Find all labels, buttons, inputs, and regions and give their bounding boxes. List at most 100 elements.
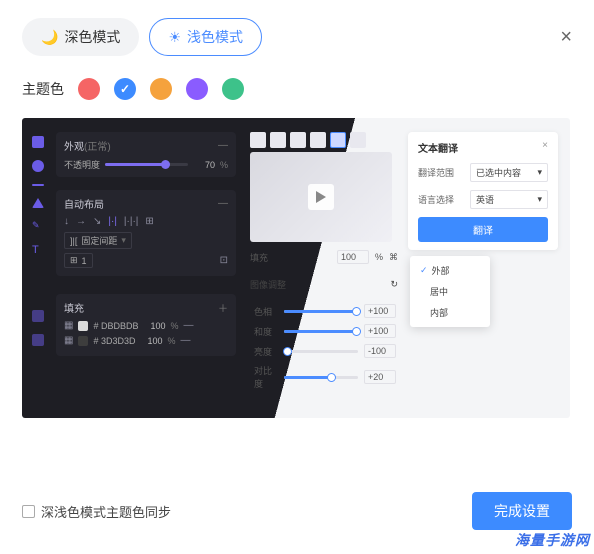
minus-icon[interactable]: — <box>183 320 193 331</box>
btn-3[interactable] <box>290 132 306 148</box>
folder-icon[interactable] <box>32 310 44 322</box>
appearance-suffix: (正常) <box>84 142 111 153</box>
top-mode-row: 🌙 深色模式 ☀ 浅色模式 × <box>22 18 572 56</box>
sun-icon: ☀ <box>168 29 181 46</box>
done-button[interactable]: 完成设置 <box>472 492 572 530</box>
fill-row: ▦ # 3D3D3D 100 % — <box>64 335 228 346</box>
grid-icon[interactable]: ▦ <box>64 335 73 346</box>
fill-pct: % <box>170 321 178 331</box>
square-icon[interactable] <box>32 136 44 148</box>
space-between-icon[interactable]: |·| <box>108 216 117 227</box>
swatch-green[interactable] <box>222 78 244 100</box>
link-icon[interactable]: ⌘ <box>389 252 398 263</box>
fill-hex: # 3D3D3D <box>93 336 135 346</box>
watermark: 海量手游网 <box>515 530 590 550</box>
light-fill-val[interactable]: 100 <box>337 250 369 264</box>
hue-val[interactable]: +100 <box>364 304 396 318</box>
btn-4[interactable] <box>310 132 326 148</box>
btn-1[interactable] <box>250 132 266 148</box>
sync-checkbox-row[interactable]: 深浅色模式主题色同步 <box>22 502 171 521</box>
preview-shape <box>250 152 392 242</box>
count-input[interactable]: ⊞ 1 <box>64 253 93 268</box>
grid-icon[interactable]: ▦ <box>64 320 73 331</box>
auto-layout-panel: 自动布局 — ↓ → ↘ |·| |·|·| ⊞ ]|[ 固定间距 ▾ ⊞ 1 … <box>56 190 236 276</box>
align-v-icon[interactable]: → <box>76 216 86 227</box>
dd-item-inner[interactable]: 内部 <box>410 302 490 323</box>
btn-6[interactable] <box>350 132 366 148</box>
position-dropdown: 外部 居中 内部 <box>410 256 490 327</box>
padding-icon[interactable]: ⊡ <box>220 255 228 266</box>
count-value: 1 <box>82 256 87 266</box>
bri-slider[interactable] <box>284 350 358 353</box>
appearance-title: 外观 <box>64 142 84 153</box>
translate-button[interactable]: 翻译 <box>418 217 548 242</box>
minus-icon[interactable]: — <box>218 198 228 209</box>
sync-label: 深浅色模式主题色同步 <box>41 502 171 521</box>
mini-toolbar <box>250 132 366 148</box>
theme-label: 主题色 <box>22 79 64 99</box>
opacity-pct: % <box>220 160 228 170</box>
close-icon[interactable]: × <box>560 26 572 49</box>
reset-icon[interactable]: ↻ <box>390 279 398 290</box>
con-val[interactable]: +20 <box>364 370 396 384</box>
align-h-icon[interactable]: ↓ <box>64 216 69 227</box>
swatch-red[interactable] <box>78 78 100 100</box>
light-mode-button[interactable]: ☀ 浅色模式 <box>149 18 262 56</box>
line-icon[interactable] <box>32 184 44 186</box>
sat-val[interactable]: +100 <box>364 324 396 338</box>
chevron-down-icon: ▾ <box>537 194 542 205</box>
opacity-slider[interactable] <box>105 163 188 166</box>
chevron-down-icon: ▾ <box>537 167 542 178</box>
wrap-icon[interactable]: ↘ <box>93 216 101 227</box>
play-icon[interactable] <box>308 184 334 210</box>
lang-select[interactable]: 英语 ▾ <box>470 190 548 209</box>
hue-label: 色相 <box>254 305 278 318</box>
fill-panel: 填充 ＋ ▦ # DBDBDB 100 % — ▦ # 3D3D3D 100 %… <box>56 294 236 356</box>
sat-label: 和度 <box>254 325 278 338</box>
swatch-orange[interactable] <box>150 78 172 100</box>
theme-color-row: 主题色 <box>22 78 572 100</box>
swatch-purple[interactable] <box>186 78 208 100</box>
hue-slider[interactable] <box>284 310 358 313</box>
fill-title: 填充 <box>64 300 84 315</box>
color-chip[interactable] <box>78 321 88 331</box>
hue-row: 色相 +100 <box>254 304 396 318</box>
light-fill-label: 填充 <box>250 251 268 264</box>
layer-icon[interactable] <box>32 334 44 346</box>
btn-5[interactable] <box>330 132 346 148</box>
minus-icon[interactable]: — <box>181 335 191 346</box>
scope-select[interactable]: 已选中内容 ▾ <box>470 163 548 182</box>
lang-value: 英语 <box>476 193 494 206</box>
contrast-row: 对比度 +20 <box>254 364 396 390</box>
center-icon[interactable]: ⊞ <box>145 216 153 227</box>
pen-icon[interactable] <box>32 220 44 232</box>
dd-item-center[interactable]: 居中 <box>410 281 490 302</box>
opacity-value: 70 <box>193 160 215 170</box>
space-around-icon[interactable]: |·|·| <box>124 216 138 227</box>
gap-type-select[interactable]: ]|[ 固定间距 ▾ <box>64 232 132 249</box>
checkbox-icon[interactable] <box>22 505 35 518</box>
close-icon[interactable]: × <box>542 140 548 155</box>
btn-2[interactable] <box>270 132 286 148</box>
triangle-icon[interactable] <box>32 198 44 208</box>
lang-label: 语言选择 <box>418 193 454 206</box>
fill-pct: % <box>167 336 175 346</box>
saturation-row: 和度 +100 <box>254 324 396 338</box>
dd-item-outer[interactable]: 外部 <box>410 260 490 281</box>
color-chip[interactable] <box>78 336 88 346</box>
plus-icon[interactable]: ＋ <box>218 300 228 315</box>
dark-mode-button[interactable]: 🌙 深色模式 <box>22 18 139 56</box>
con-label: 对比度 <box>254 364 278 390</box>
bri-val[interactable]: -100 <box>364 344 396 358</box>
brightness-row: 亮度 -100 <box>254 344 396 358</box>
sat-slider[interactable] <box>284 330 358 333</box>
text-icon[interactable] <box>32 244 44 256</box>
con-slider[interactable] <box>284 376 358 379</box>
minus-icon[interactable]: — <box>218 140 228 151</box>
circle-icon[interactable] <box>32 160 44 172</box>
swatch-blue[interactable] <box>114 78 136 100</box>
light-mode-label: 浅色模式 <box>187 27 243 47</box>
scope-label: 翻译范围 <box>418 166 454 179</box>
appearance-panel: 外观(正常) — 不透明度 70 % <box>56 132 236 177</box>
translate-title: 文本翻译 <box>418 140 458 155</box>
